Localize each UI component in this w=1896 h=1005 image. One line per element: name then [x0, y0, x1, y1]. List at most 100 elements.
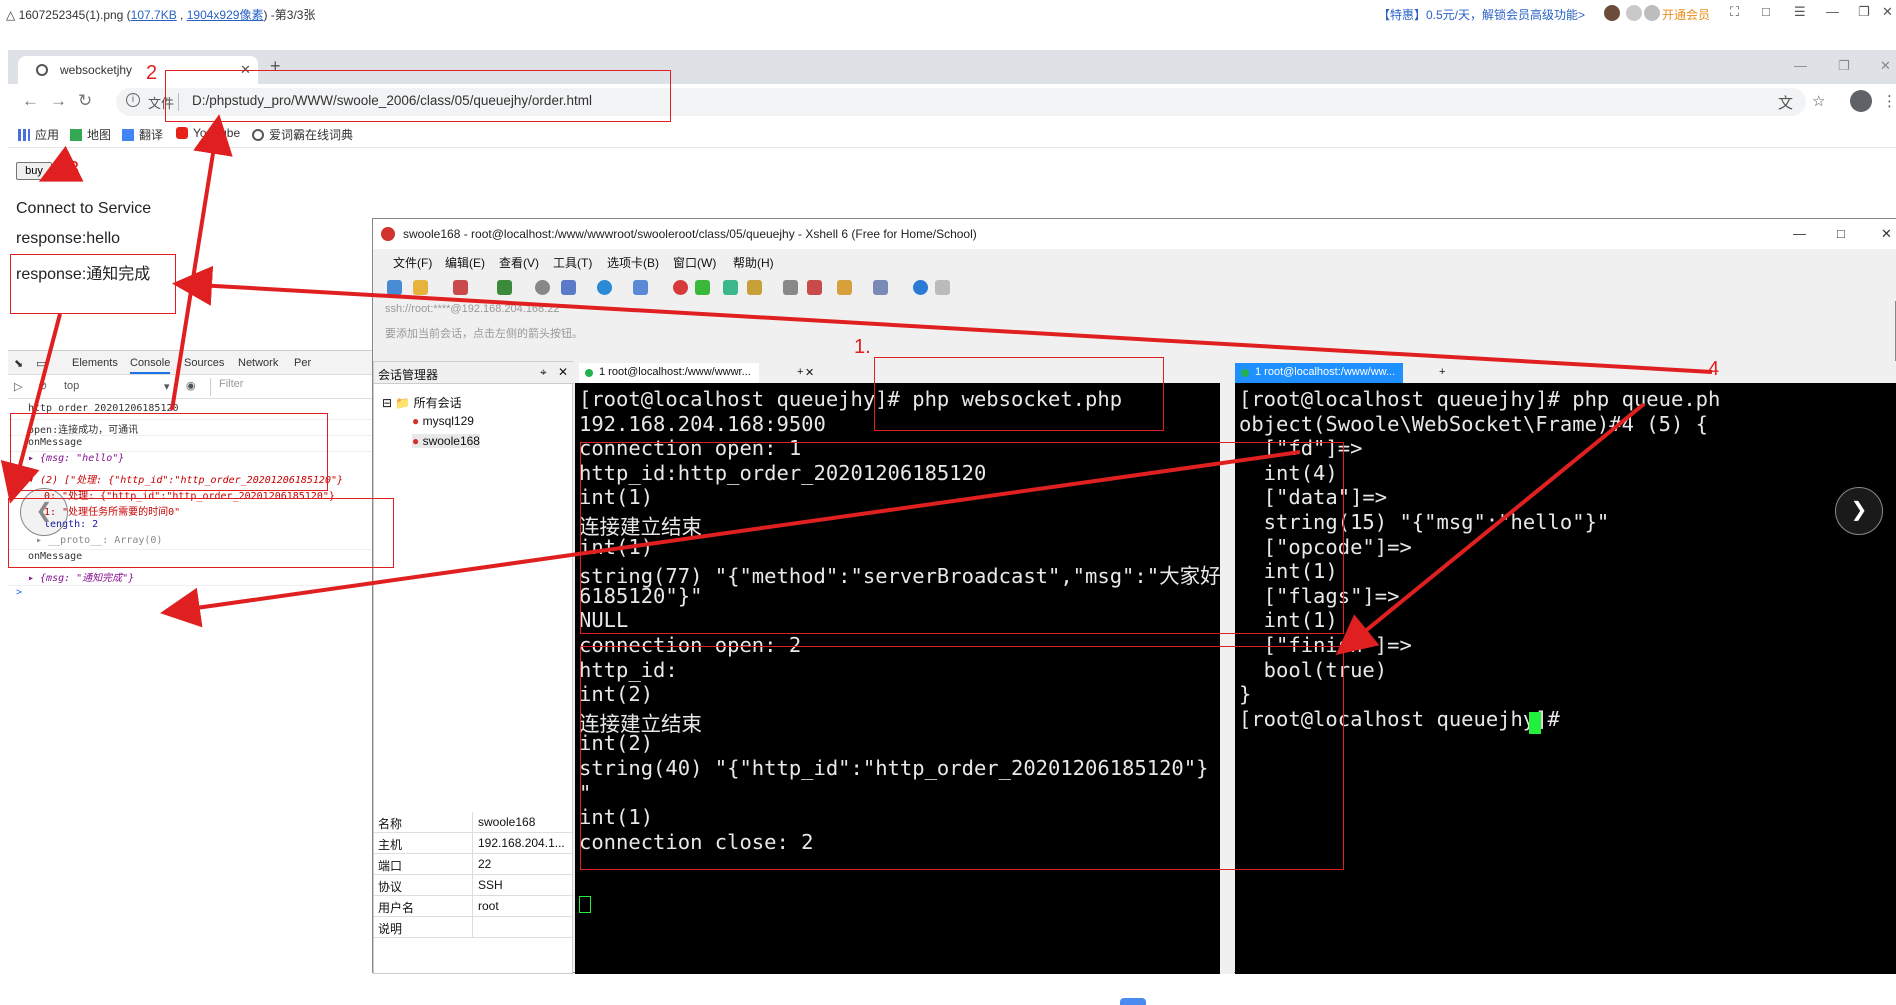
prop-divider — [472, 917, 473, 938]
chat-icon[interactable] — [935, 280, 950, 295]
context-dropdown-icon[interactable]: ▾ — [164, 380, 170, 393]
clear-console-icon[interactable]: ⊘ — [38, 379, 47, 392]
annotation-number-4: 4 — [1708, 358, 1720, 380]
annotation-box-term-block-1 — [580, 442, 1344, 634]
tab-performance[interactable]: Per — [294, 357, 311, 369]
globe-bookmark-icon — [252, 129, 264, 141]
fullscreen-toggle-icon[interactable] — [723, 280, 738, 295]
context-selector[interactable]: top — [64, 380, 79, 392]
inspect-icon[interactable]: ⬊ — [14, 357, 23, 370]
terminal-tab-2[interactable]: 1 root@localhost:/www/ww... — [1235, 363, 1404, 383]
xshell-title: swoole168 - root@localhost:/www/wwwroot/… — [403, 227, 977, 241]
terminal-new-tab-button[interactable]: + — [797, 363, 811, 383]
tab-elements[interactable]: Elements — [72, 357, 118, 369]
tree-session-swoole168[interactable]: ● swoole168 — [412, 434, 480, 448]
pin-icon[interactable]: ⌖ — [540, 365, 547, 380]
menu-file[interactable]: 文件(F) — [393, 254, 432, 271]
xshell-close-icon[interactable]: ✕ — [1881, 226, 1892, 242]
search-icon[interactable] — [535, 280, 550, 295]
xftp-icon[interactable] — [673, 280, 688, 295]
prop-divider — [472, 812, 473, 833]
viewer-promo-link[interactable]: 【特惠】0.5元/天，解锁会员高级功能> — [1378, 6, 1585, 23]
sidebar-toggle-icon[interactable]: ▷ — [14, 380, 22, 393]
panel-close-icon[interactable]: ✕ — [558, 365, 568, 379]
bookmark-apps[interactable]: 应用 — [18, 126, 59, 143]
profile-icon[interactable] — [1850, 90, 1872, 112]
tab-console[interactable]: Console — [130, 357, 171, 374]
console-prompt[interactable]: > — [16, 587, 22, 598]
viewer-vip-link[interactable]: 开通会员 — [1662, 6, 1710, 23]
viewer-dimensions-link[interactable]: 1904x929像素 — [187, 8, 264, 22]
bookmark-star-icon[interactable]: ☆ — [1812, 92, 1825, 110]
console-filter-input[interactable]: Filter — [210, 378, 370, 396]
tree-session-mysql129[interactable]: ● mysql129 — [412, 414, 474, 428]
open-folder-icon[interactable] — [413, 280, 428, 295]
new-session-icon[interactable] — [387, 280, 402, 295]
viewer-title: △ 1607252345(1).png (107.7KB , 1904x929像… — [6, 6, 315, 23]
window-close-icon[interactable]: ✕ — [1880, 58, 1891, 74]
menu-tabs[interactable]: 选项卡(B) — [607, 254, 659, 271]
help-icon[interactable] — [913, 280, 928, 295]
terminal-line: [root@localhost queuejhy]# php queue.ph — [1239, 387, 1721, 411]
s-badge-icon[interactable] — [1626, 5, 1642, 21]
tab-network[interactable]: Network — [238, 357, 278, 369]
feedback-icon[interactable]: □ — [1762, 4, 1770, 19]
menu-tools[interactable]: 工具(T) — [553, 254, 592, 271]
back-arrow-icon[interactable]: ← — [22, 91, 39, 111]
buy-button[interactable]: buy — [16, 162, 52, 180]
translate-icon[interactable]: 文 — [1778, 92, 1793, 113]
globe-icon[interactable] — [597, 280, 612, 295]
terminal-cursor — [579, 896, 591, 913]
shield-badge-icon[interactable] — [1644, 5, 1660, 21]
info-icon[interactable]: i — [126, 93, 140, 107]
bookmark-translate[interactable]: 翻译 — [122, 126, 163, 143]
device-toggle-icon[interactable]: ▭ — [36, 357, 46, 370]
xagent-icon[interactable] — [695, 280, 710, 295]
xshell-minimize-icon[interactable]: — — [1793, 226, 1806, 241]
tab-sources[interactable]: Sources — [184, 357, 224, 369]
tile-icon[interactable] — [873, 280, 888, 295]
forward-arrow-icon[interactable]: → — [50, 91, 67, 111]
next-image-button[interactable]: ❯ — [1835, 487, 1883, 535]
menu-icon[interactable]: ☰ — [1794, 4, 1806, 20]
bookmark-youtube[interactable]: YouTube — [176, 126, 240, 140]
font-icon[interactable] — [633, 280, 648, 295]
viewer-filesize-link[interactable]: 107.7KB — [131, 8, 177, 22]
keyboard-icon[interactable] — [783, 280, 798, 295]
bookmark-iciba[interactable]: 爱词霸在线词典 — [252, 126, 353, 143]
script-icon[interactable] — [807, 280, 822, 295]
terminal-new-tab-button-2[interactable]: + — [1439, 363, 1453, 383]
layout-icon[interactable] — [561, 280, 576, 295]
status-dot-icon — [1241, 369, 1249, 377]
prop-key: 说明 — [378, 922, 403, 936]
user-avatar[interactable] — [1604, 5, 1620, 21]
bookmark-maps[interactable]: 地图 — [70, 126, 111, 143]
annotation-box-console-2 — [8, 498, 394, 568]
window-minimize-icon[interactable]: — — [1794, 58, 1807, 73]
eye-icon[interactable]: ◉ — [186, 379, 196, 392]
reload-icon[interactable]: ↻ — [78, 91, 92, 111]
session-address-field[interactable]: ssh://root:****@192.168.204.168:22 — [385, 303, 1885, 323]
terminal-tab-1[interactable]: 1 root@localhost:/www/wwwr... — [579, 363, 759, 383]
menu-view[interactable]: 查看(V) — [499, 254, 539, 271]
minimize-icon[interactable]: — — [1826, 4, 1839, 19]
reconnect-icon[interactable] — [453, 280, 468, 295]
menu-window[interactable]: 窗口(W) — [673, 254, 716, 271]
add-folder-icon[interactable] — [837, 280, 852, 295]
terminal-line: 192.168.204.168:9500 — [579, 411, 826, 436]
lock-icon[interactable] — [747, 280, 762, 295]
menu-help[interactable]: 帮助(H) — [733, 254, 774, 271]
annotation-box-console-1 — [10, 413, 328, 491]
globe-icon — [36, 64, 48, 76]
menu-edit[interactable]: 编辑(E) — [445, 254, 485, 271]
more-menu-icon[interactable]: ⋮ — [1882, 92, 1896, 110]
close-icon[interactable]: ✕ — [1882, 4, 1893, 20]
restore-icon[interactable]: ❐ — [1858, 4, 1870, 20]
console-object-done[interactable]: ▸ {msg: "通知完成"} — [28, 569, 134, 584]
xshell-maximize-icon[interactable]: □ — [1837, 226, 1845, 241]
window-restore-icon[interactable]: ❐ — [1838, 58, 1850, 74]
tree-all-sessions[interactable]: ⊟ 📁 所有会话 — [382, 394, 462, 411]
transfer-icon[interactable] — [497, 280, 512, 295]
fullscreen-icon[interactable]: ⛶ — [1730, 4, 1739, 20]
session-manager-header: 会话管理器 ⌖ ✕ — [374, 362, 574, 384]
